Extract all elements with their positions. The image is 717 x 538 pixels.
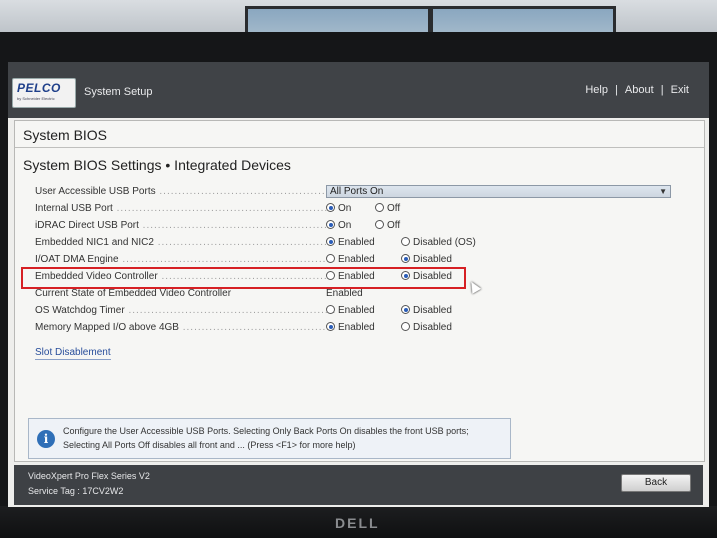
radio-checked-icon — [326, 237, 335, 246]
radio-idrac-usb-on[interactable]: On — [326, 220, 351, 231]
annotation-highlight-box — [21, 267, 466, 289]
radio-label: Enabled — [338, 322, 375, 333]
radio-label: Enabled — [338, 305, 375, 316]
setting-label-idrac-usb: iDRAC Direct USB Port — [35, 220, 335, 231]
radio-mmio-disabled[interactable]: Disabled — [401, 322, 452, 333]
main-panel: System BIOS System BIOS Settings • Integ… — [14, 120, 705, 462]
slot-disablement-link[interactable]: Slot Disablement — [35, 347, 111, 360]
section-divider — [15, 147, 704, 148]
monitor-brand-logo: DELL — [335, 515, 380, 531]
radio-checked-icon — [326, 220, 335, 229]
radio-nic-enabled[interactable]: Enabled — [326, 237, 375, 248]
setting-label-usb-ports: User Accessible USB Ports — [35, 186, 335, 197]
radio-checked-icon — [401, 254, 410, 263]
setting-label-mmio-4gb: Memory Mapped I/O above 4GB — [35, 322, 335, 333]
radio-checked-icon — [401, 305, 410, 314]
link-separator: | — [615, 84, 618, 96]
radio-unchecked-icon — [401, 322, 410, 331]
top-links: Help | About | Exit — [585, 84, 689, 96]
setting-label-internal-usb: Internal USB Port — [35, 203, 335, 214]
help-box: i Configure the User Accessible USB Port… — [28, 418, 511, 459]
radio-watchdog-enabled[interactable]: Enabled — [326, 305, 375, 316]
logo-wordmark: PELCO — [17, 81, 61, 95]
setting-label-watchdog: OS Watchdog Timer — [35, 305, 335, 316]
radio-label: Disabled — [413, 305, 452, 316]
radio-nic-disabled-os[interactable]: Disabled (OS) — [401, 237, 476, 248]
page-subtitle: System BIOS Settings • Integrated Device… — [23, 157, 291, 173]
back-button[interactable]: Back — [621, 474, 691, 492]
chevron-down-icon: ▼ — [659, 187, 667, 196]
section-title: System BIOS — [23, 127, 108, 143]
setting-label-ioat-dma: I/OAT DMA Engine — [35, 254, 335, 265]
radio-unchecked-icon — [326, 305, 335, 314]
radio-internal-usb-off[interactable]: Off — [375, 203, 400, 214]
radio-watchdog-disabled[interactable]: Disabled — [401, 305, 452, 316]
link-separator: | — [660, 84, 664, 96]
help-link[interactable]: Help — [585, 84, 608, 96]
radio-internal-usb-on[interactable]: On — [326, 203, 351, 214]
setting-label-embedded-nic: Embedded NIC1 and NIC2 — [35, 237, 335, 248]
radio-unchecked-icon — [375, 203, 384, 212]
radio-label: Disabled — [413, 254, 452, 265]
radio-unchecked-icon — [401, 237, 410, 246]
radio-label: Enabled — [338, 237, 375, 248]
footer-bar: VideoXpert Pro Flex Series V2 Service Ta… — [14, 465, 703, 505]
radio-label: Off — [387, 203, 401, 214]
radio-unchecked-icon — [326, 254, 335, 263]
pelco-logo: PELCO by Schneider Electric — [12, 78, 76, 108]
usb-ports-dropdown[interactable]: All Ports On ▼ — [326, 185, 671, 198]
radio-label: Disabled — [413, 322, 452, 333]
radio-label: On — [338, 203, 352, 214]
radio-checked-icon — [326, 203, 335, 212]
dropdown-value: All Ports On — [330, 186, 384, 197]
about-link[interactable]: About — [625, 84, 654, 96]
service-tag: Service Tag : 17CV2W2 — [28, 486, 124, 496]
radio-label: Enabled — [338, 254, 375, 265]
radio-mmio-enabled[interactable]: Enabled — [326, 322, 375, 333]
logo-subtext: by Schneider Electric — [17, 96, 55, 101]
radio-unchecked-icon — [375, 220, 384, 229]
radio-label: Off — [387, 220, 401, 231]
video-current-state-value: Enabled — [326, 288, 363, 299]
radio-checked-icon — [326, 322, 335, 331]
app-title: System Setup — [84, 86, 153, 98]
radio-label: Disabled (OS) — [413, 237, 476, 248]
info-icon: i — [37, 430, 55, 448]
top-bar: PELCO by Schneider Electric System Setup… — [8, 62, 709, 118]
radio-idrac-usb-off[interactable]: Off — [375, 220, 400, 231]
system-model: VideoXpert Pro Flex Series V2 — [28, 471, 150, 481]
radio-ioat-enabled[interactable]: Enabled — [326, 254, 375, 265]
radio-label: On — [338, 220, 352, 231]
radio-ioat-disabled[interactable]: Disabled — [401, 254, 452, 265]
bios-screen: PELCO by Schneider Electric System Setup… — [8, 62, 709, 507]
help-text: Configure the User Accessible USB Ports.… — [63, 426, 469, 450]
setting-label-video-current-state: Current State of Embedded Video Controll… — [35, 288, 232, 299]
exit-link[interactable]: Exit — [671, 84, 689, 96]
